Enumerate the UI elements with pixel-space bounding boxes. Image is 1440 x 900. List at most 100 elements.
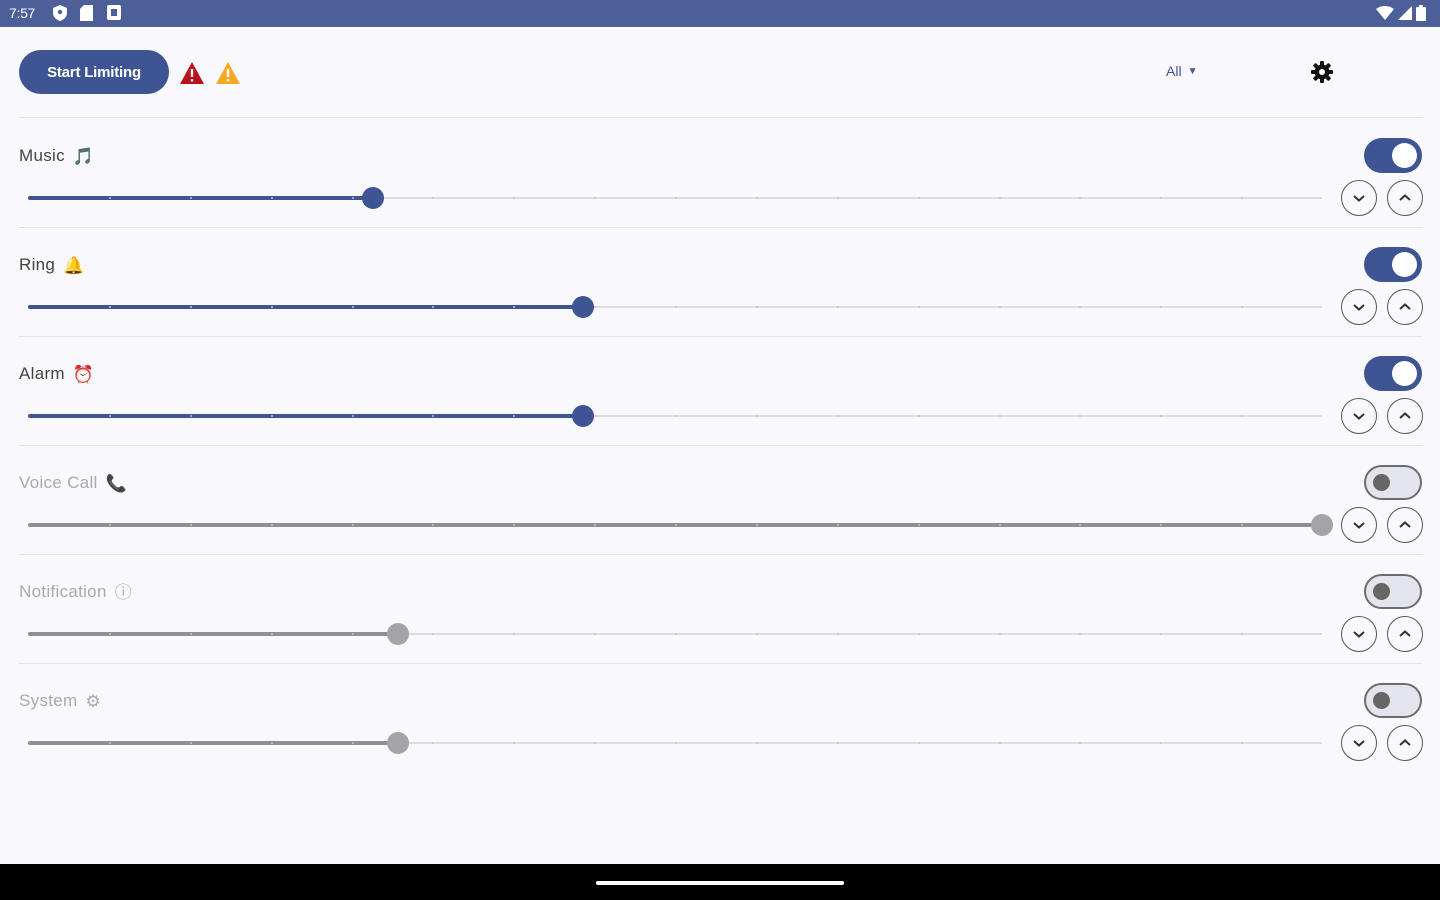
slider-thumb[interactable]	[387, 623, 409, 645]
slider-tick	[837, 524, 839, 526]
slider-tick	[190, 306, 192, 308]
alarm-volume-up-button[interactable]	[1387, 398, 1423, 434]
slider-tick	[999, 415, 1001, 417]
voice-call-volume-slider[interactable]	[28, 514, 1333, 536]
ring-enable-toggle[interactable]	[1364, 247, 1422, 282]
slider-tick	[109, 742, 111, 744]
music-volume-down-button[interactable]	[1341, 180, 1377, 216]
slider-tick	[1160, 633, 1162, 635]
system-volume-down-button[interactable]	[1341, 725, 1377, 761]
slider-tick	[918, 415, 920, 417]
stream-row-system: System ⚙	[0, 672, 1440, 781]
settings-gear-icon: ⚙	[85, 691, 102, 711]
slider-tick	[675, 633, 677, 635]
chevron-down-icon	[1353, 631, 1365, 638]
slider-active-track	[28, 414, 583, 418]
music-enable-toggle[interactable]	[1364, 138, 1422, 173]
wifi-icon	[1376, 6, 1394, 20]
stream-label: System ⚙	[19, 691, 101, 711]
voice-call-enable-toggle[interactable]	[1364, 465, 1422, 500]
voice-call-volume-down-button[interactable]	[1341, 507, 1377, 543]
slider-thumb[interactable]	[572, 405, 594, 427]
notification-enable-toggle[interactable]	[1364, 574, 1422, 609]
slider-tick	[271, 742, 273, 744]
music-volume-up-button[interactable]	[1387, 180, 1423, 216]
music-note-icon: 🎵	[72, 146, 95, 166]
chevron-up-icon	[1399, 630, 1411, 637]
notification-volume-up-button[interactable]	[1387, 616, 1423, 652]
slider-tick	[675, 524, 677, 526]
sd-card-icon	[80, 5, 93, 21]
slider-active-track	[28, 632, 398, 636]
slider-tick	[837, 633, 839, 635]
slider-tick	[513, 633, 515, 635]
stream-row-music: Music 🎵	[0, 127, 1440, 236]
alarm-enable-toggle[interactable]	[1364, 356, 1422, 391]
slider-tick	[271, 633, 273, 635]
navigation-bar	[0, 864, 1440, 900]
slider-tick	[190, 415, 192, 417]
home-gesture-handle[interactable]	[596, 881, 844, 885]
slider-tick	[1241, 633, 1243, 635]
notification-volume-slider[interactable]	[28, 623, 1322, 645]
chevron-up-icon	[1399, 521, 1411, 528]
filter-label: All	[1166, 63, 1182, 79]
stream-name: Music	[19, 146, 65, 165]
slider-tick	[756, 197, 758, 199]
stream-row-notification: Notification ⓘ	[0, 563, 1440, 672]
toggle-knob	[1392, 143, 1417, 168]
slider-tick	[190, 742, 192, 744]
stream-name: Ring	[19, 255, 56, 274]
slider-tick	[675, 197, 677, 199]
stream-name: Voice Call	[19, 473, 98, 492]
slider-tick	[594, 524, 596, 526]
system-volume-up-button[interactable]	[1387, 725, 1423, 761]
gear-icon[interactable]	[1310, 60, 1334, 84]
slider-thumb[interactable]	[1311, 514, 1333, 536]
slider-tick	[109, 415, 111, 417]
toggle-knob	[1373, 692, 1390, 709]
chevron-down-icon	[1353, 522, 1365, 529]
slider-tick	[918, 633, 920, 635]
slider-thumb[interactable]	[362, 187, 384, 209]
error-warning-icon[interactable]	[179, 61, 205, 85]
ring-volume-up-button[interactable]	[1387, 289, 1423, 325]
phone-icon: 📞	[105, 473, 128, 493]
ring-volume-slider[interactable]	[28, 296, 1322, 318]
slider-tick	[675, 306, 677, 308]
start-limiting-button[interactable]: Start Limiting	[19, 50, 169, 94]
slider-tick	[109, 633, 111, 635]
caution-warning-icon[interactable]	[215, 61, 241, 85]
slider-tick	[1079, 742, 1081, 744]
slider-tick	[1079, 633, 1081, 635]
voice-call-volume-up-button[interactable]	[1387, 507, 1423, 543]
slider-tick	[756, 415, 758, 417]
system-volume-slider[interactable]	[28, 732, 1322, 754]
slider-tick	[352, 306, 354, 308]
slider-tick	[271, 415, 273, 417]
slider-tick	[1079, 415, 1081, 417]
ring-volume-down-button[interactable]	[1341, 289, 1377, 325]
slider-tick	[1160, 306, 1162, 308]
slider-thumb[interactable]	[387, 732, 409, 754]
slider-tick	[432, 197, 434, 199]
status-right-icons	[1376, 5, 1426, 21]
slider-tick	[1241, 524, 1243, 526]
slider-tick	[837, 415, 839, 417]
music-volume-slider[interactable]	[28, 187, 1322, 209]
stream-filter-dropdown[interactable]: All ▼	[1166, 63, 1197, 79]
alarm-volume-slider[interactable]	[28, 405, 1322, 427]
slider-tick	[432, 524, 434, 526]
stream-label: Voice Call 📞	[19, 473, 127, 493]
slider-tick	[432, 742, 434, 744]
slider-tick	[1241, 742, 1243, 744]
alarm-clock-icon: ⏰	[72, 364, 95, 384]
chevron-up-icon	[1399, 303, 1411, 310]
slider-tick	[999, 742, 1001, 744]
system-enable-toggle[interactable]	[1364, 683, 1422, 718]
slider-tick	[1160, 524, 1162, 526]
alarm-volume-down-button[interactable]	[1341, 398, 1377, 434]
slider-thumb[interactable]	[572, 296, 594, 318]
notification-volume-down-button[interactable]	[1341, 616, 1377, 652]
stream-label: Alarm ⏰	[19, 364, 94, 384]
